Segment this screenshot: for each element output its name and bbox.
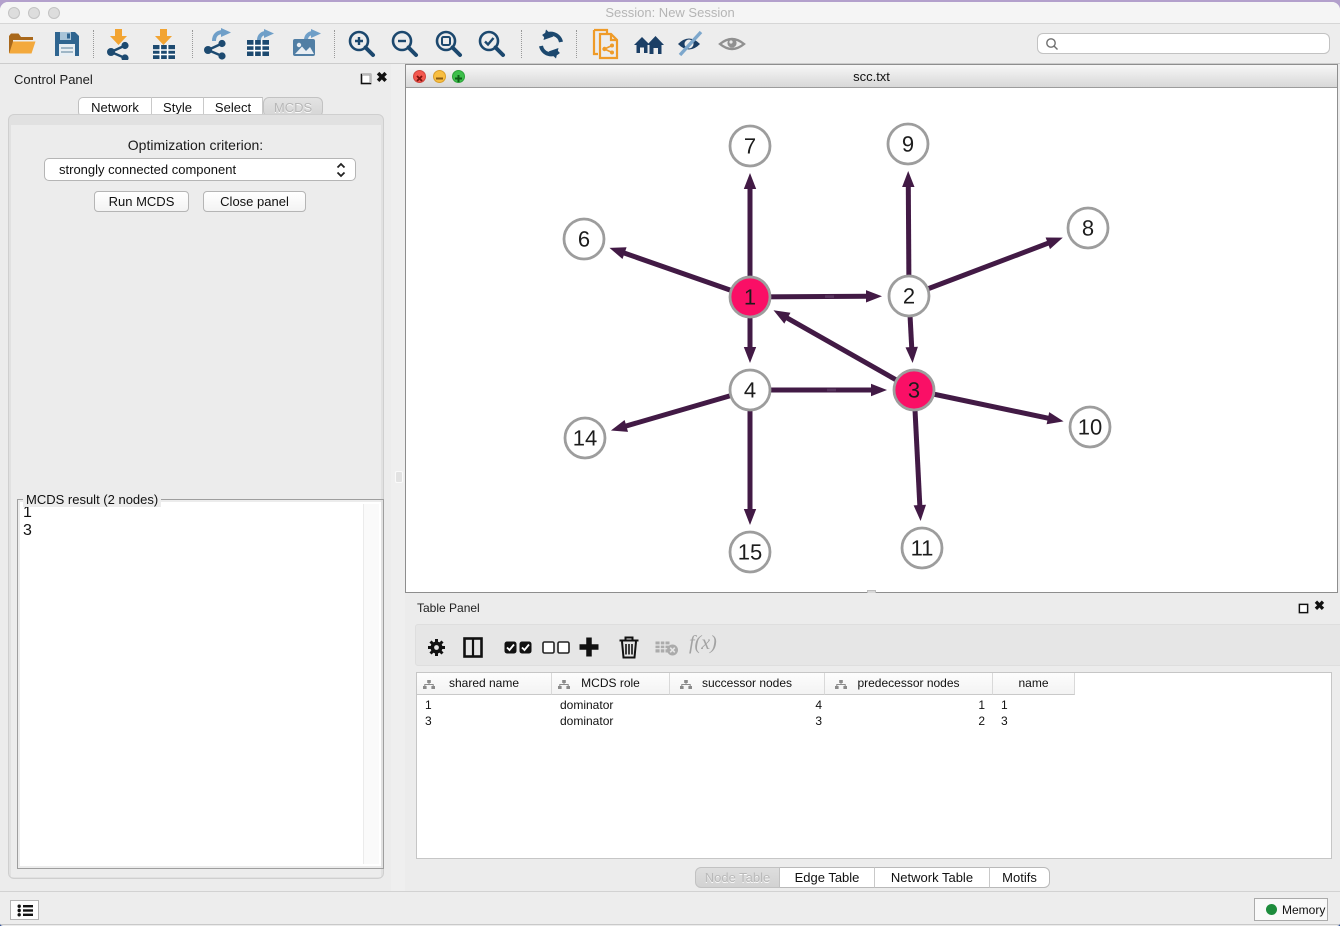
svg-text:4: 4 — [744, 378, 756, 403]
svg-text:8: 8 — [1082, 216, 1094, 241]
svg-text:9: 9 — [902, 132, 914, 157]
svg-text:10: 10 — [1078, 415, 1102, 440]
svg-text:2: 2 — [903, 284, 915, 309]
svg-text:3: 3 — [908, 378, 920, 403]
svg-text:15: 15 — [738, 540, 762, 565]
svg-text:14: 14 — [573, 426, 597, 451]
svg-text:1: 1 — [744, 285, 756, 310]
svg-text:11: 11 — [911, 536, 934, 561]
svg-text:6: 6 — [578, 227, 590, 252]
svg-text:7: 7 — [744, 134, 756, 159]
